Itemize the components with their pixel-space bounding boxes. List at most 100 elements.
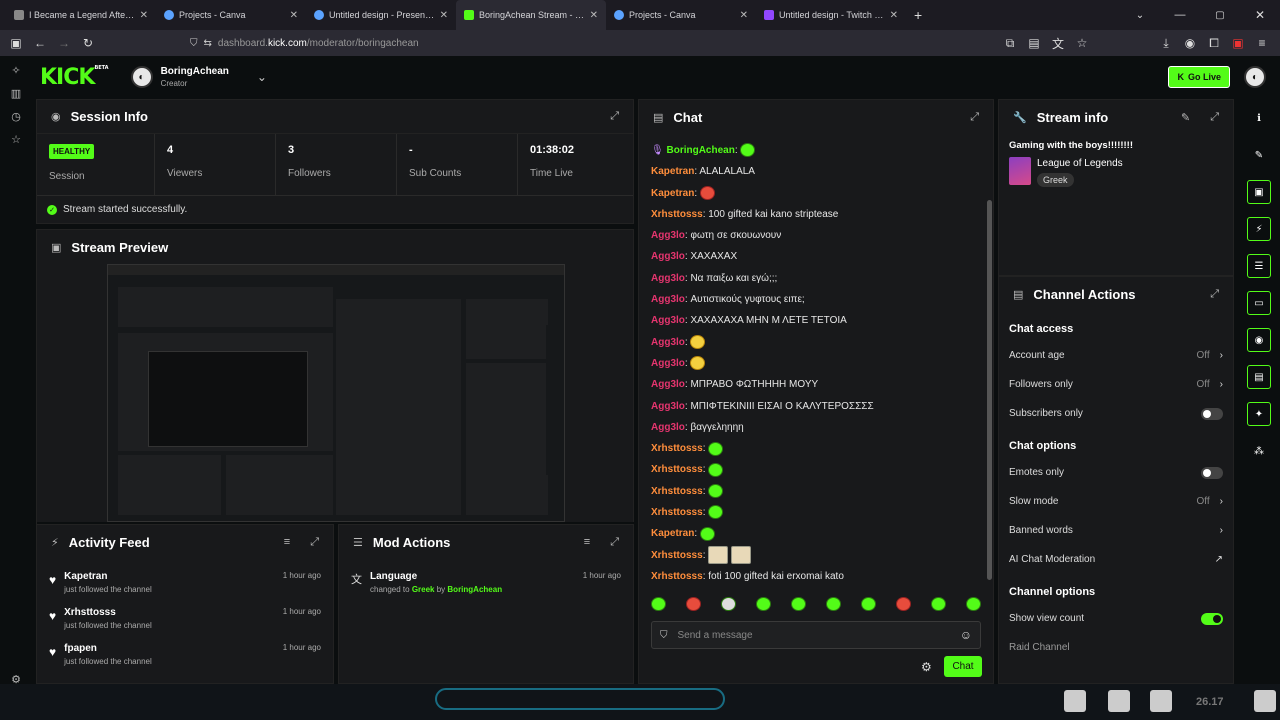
edit-icon[interactable]: ✎: [1181, 111, 1190, 124]
chat-username[interactable]: Agg3lo: [651, 273, 685, 284]
reload-icon[interactable]: ↻: [76, 36, 100, 50]
kick-logo[interactable]: KICKBETA: [40, 65, 109, 90]
chat-input-box[interactable]: ⛉ Send a message ☺: [651, 621, 981, 649]
emote-icon[interactable]: [686, 597, 701, 611]
chat-scrollbar[interactable]: [987, 200, 992, 580]
chat-bubble-icon[interactable]: ▭: [1247, 291, 1271, 315]
lightning-icon[interactable]: ⚡: [1247, 217, 1271, 241]
edit-icon[interactable]: ✎: [1247, 143, 1271, 167]
bookmark-star-icon[interactable]: ☆: [1070, 36, 1094, 50]
mic-icon[interactable]: [1150, 690, 1172, 712]
emotes-only-toggle[interactable]: [1201, 466, 1223, 479]
ai-icon[interactable]: ✧: [11, 64, 20, 77]
chat-username[interactable]: Kapetran: [651, 188, 694, 199]
ai-moderation-row[interactable]: AI Chat Moderation ↗: [999, 545, 1233, 574]
emoji-icon[interactable]: ☺: [960, 628, 972, 642]
cards-icon[interactable]: [1108, 690, 1130, 712]
browser-tab[interactable]: Projects - Canva ✕: [606, 0, 756, 30]
download-icon[interactable]: ⤓: [1154, 36, 1178, 51]
browser-tab[interactable]: I Became a Legend After My 10✕: [6, 0, 156, 30]
banned-words-row[interactable]: Banned words ›: [999, 516, 1233, 545]
chat-username[interactable]: Kapetran: [651, 528, 694, 539]
chat-input[interactable]: Send a message: [678, 630, 950, 641]
emote-icon[interactable]: [931, 597, 946, 611]
tab-list-icon[interactable]: ⌄: [1120, 10, 1160, 21]
chat-username[interactable]: Xrhsttosss: [651, 486, 703, 497]
browser-tab[interactable]: Projects - Canva ✕: [156, 0, 306, 30]
chat-username[interactable]: Agg3lo: [651, 401, 685, 412]
slow-mode-row[interactable]: Slow mode Off ›: [999, 487, 1233, 516]
account-age-row[interactable]: Account age Off ›: [999, 341, 1233, 370]
browser-tab[interactable]: Untitled design - Presentation✕: [306, 0, 456, 30]
emote-icon[interactable]: [791, 597, 806, 611]
channel-panel-icon[interactable]: ▤: [1247, 365, 1271, 389]
chevron-down-icon[interactable]: ⌄: [257, 70, 267, 84]
reader-view-icon[interactable]: ▤: [1022, 36, 1046, 50]
chat-settings-icon[interactable]: ⚙: [921, 660, 932, 674]
history-icon[interactable]: ◷: [11, 110, 21, 123]
sidebar-toggle-icon[interactable]: ▣: [4, 36, 28, 50]
tabs-icon[interactable]: ▥: [11, 87, 21, 100]
chat-username[interactable]: Kapetran: [651, 166, 694, 177]
apps-icon[interactable]: ⁂: [1247, 439, 1271, 463]
bookmarks-icon[interactable]: ☆: [11, 133, 21, 146]
expand-icon[interactable]: ⤢: [1210, 111, 1219, 124]
info-icon[interactable]: ℹ: [1247, 106, 1271, 130]
close-tab-icon[interactable]: ✕: [740, 10, 748, 21]
chat-username[interactable]: Xrhsttosss: [651, 571, 703, 582]
back-icon[interactable]: ←: [28, 36, 52, 50]
wrench-icon[interactable]: ✦: [1247, 402, 1271, 426]
chat-username[interactable]: Agg3lo: [651, 337, 685, 348]
close-tab-icon[interactable]: ✕: [140, 10, 148, 21]
translate-icon[interactable]: 文: [1046, 35, 1070, 52]
filter-icon[interactable]: ≡: [584, 536, 590, 548]
menu-icon[interactable]: ≡: [1250, 36, 1274, 50]
browser-tab[interactable]: BoringAchean Stream - Kick Da✕: [456, 0, 606, 30]
expand-icon[interactable]: ⤢: [1210, 288, 1219, 301]
emote-icon[interactable]: [651, 597, 666, 611]
profile-avatar[interactable]: ◐: [1244, 66, 1266, 88]
chat-username[interactable]: Xrhsttosss: [651, 507, 703, 518]
settings-icon[interactable]: [1254, 690, 1276, 712]
emote-icon[interactable]: [861, 597, 876, 611]
screenshot-icon[interactable]: ⧉: [998, 36, 1022, 51]
chat-username[interactable]: Xrhsttosss: [651, 550, 703, 561]
filter-icon[interactable]: ≡: [284, 536, 290, 548]
chat-username[interactable]: Agg3lo: [651, 294, 685, 305]
close-window-icon[interactable]: ✕: [1240, 8, 1280, 22]
browser-tab[interactable]: Untitled design - Twitch Stream✕: [756, 0, 906, 30]
expand-icon[interactable]: ⤢: [310, 536, 319, 549]
expand-icon[interactable]: ⤢: [610, 110, 619, 123]
close-tab-icon[interactable]: ✕: [590, 10, 598, 21]
record-icon[interactable]: ◉: [1247, 328, 1271, 352]
minimize-icon[interactable]: —: [1160, 9, 1200, 21]
emote-icon[interactable]: [756, 597, 771, 611]
new-tab-icon[interactable]: +: [914, 7, 922, 23]
emote-icon[interactable]: [966, 597, 981, 611]
close-tab-icon[interactable]: ✕: [890, 10, 898, 21]
session-panel-icon[interactable]: ▣: [1247, 180, 1271, 204]
maximize-icon[interactable]: ▢: [1200, 10, 1240, 21]
address-bar[interactable]: ⛉ ⇆ dashboard.kick.com/moderator/boringa…: [190, 38, 419, 49]
followers-only-row[interactable]: Followers only Off ›: [999, 370, 1233, 399]
chat-icon[interactable]: [1064, 690, 1086, 712]
subscribers-only-toggle[interactable]: [1201, 407, 1223, 420]
chat-username[interactable]: Agg3lo: [651, 251, 685, 262]
close-tab-icon[interactable]: ✕: [290, 10, 298, 21]
stream-preview-video[interactable]: [107, 264, 565, 522]
list-icon[interactable]: ☰: [1247, 254, 1271, 278]
show-view-count-toggle[interactable]: [1201, 612, 1223, 625]
extensions-icon[interactable]: ⧠: [1202, 36, 1226, 51]
chat-username[interactable]: Xrhsttosss: [651, 464, 703, 475]
close-tab-icon[interactable]: ✕: [440, 10, 448, 21]
chat-username[interactable]: Xrhsttosss: [651, 443, 703, 454]
account-icon[interactable]: ◉: [1178, 36, 1202, 50]
go-live-button[interactable]: K Go Live: [1168, 66, 1230, 88]
chat-username[interactable]: Agg3lo: [651, 230, 685, 241]
chat-username[interactable]: BoringAchean: [666, 145, 734, 156]
emote-icon[interactable]: [826, 597, 841, 611]
emote-icon[interactable]: [896, 597, 911, 611]
chat-username[interactable]: Xrhsttosss: [651, 209, 703, 220]
expand-icon[interactable]: ⤢: [970, 111, 979, 124]
chat-username[interactable]: Agg3lo: [651, 315, 685, 326]
